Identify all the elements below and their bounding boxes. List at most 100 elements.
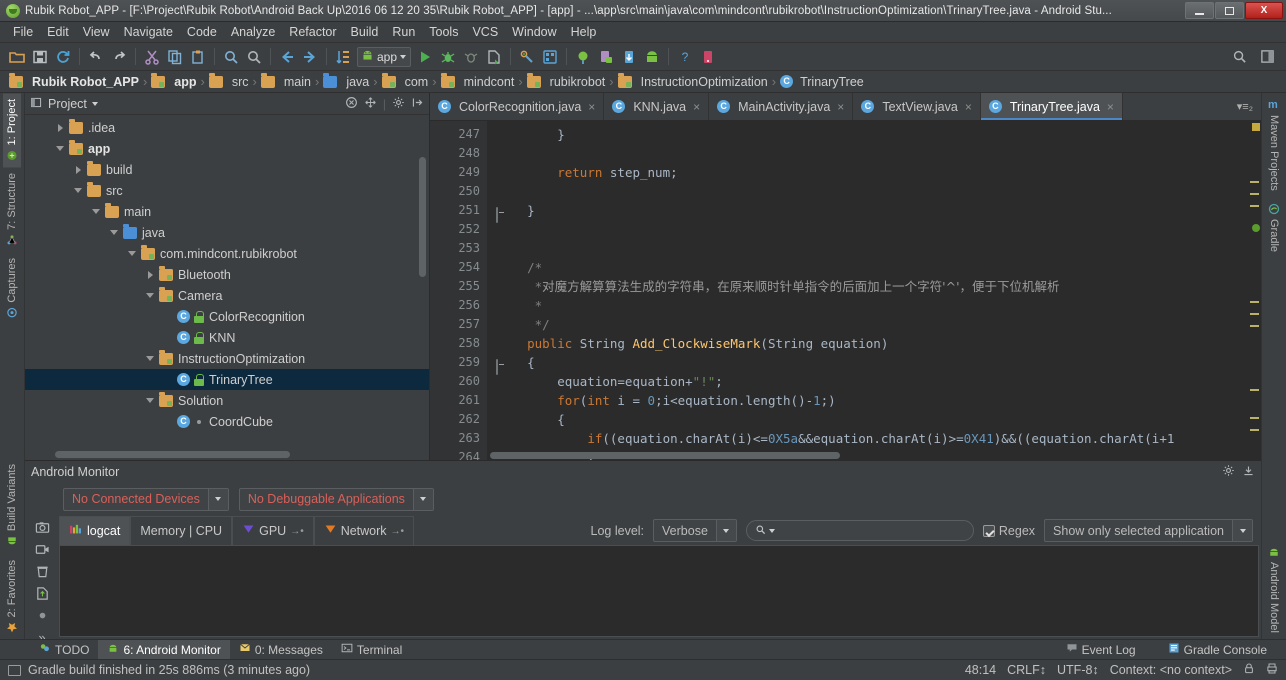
breadcrumb-item-trinarytree[interactable]: C TrinaryTree bbox=[777, 75, 867, 89]
log-level-selector[interactable]: Verbose bbox=[653, 519, 737, 542]
redo-icon[interactable] bbox=[108, 46, 130, 68]
menu-refactor[interactable]: Refactor bbox=[282, 23, 343, 41]
help-icon[interactable]: ? bbox=[674, 46, 696, 68]
bottom-tab-todo[interactable]: TODO bbox=[30, 640, 98, 659]
menu-navigate[interactable]: Navigate bbox=[117, 23, 180, 41]
scroll-from-source-icon[interactable] bbox=[364, 96, 377, 112]
tree-node-solution[interactable]: Solution bbox=[25, 390, 429, 411]
hide-panel-icon[interactable] bbox=[1242, 464, 1255, 480]
sidebar-item-android-model[interactable]: Android Model bbox=[1265, 540, 1283, 639]
settings-gear-icon[interactable] bbox=[392, 96, 405, 112]
attach-debugger-icon[interactable] bbox=[460, 46, 482, 68]
chevron-down-icon[interactable] bbox=[55, 143, 66, 154]
tree-node-trinarytree[interactable]: C TrinaryTree bbox=[25, 369, 429, 390]
tab-list-menu[interactable]: ▾≡₂ bbox=[1229, 93, 1261, 120]
gradle-sync-icon[interactable] bbox=[618, 46, 640, 68]
device-monitor-icon[interactable] bbox=[595, 46, 617, 68]
sidebar-item-structure[interactable]: 7: Structure bbox=[3, 167, 21, 252]
debug-icon[interactable] bbox=[437, 46, 459, 68]
screen-record-icon[interactable] bbox=[34, 542, 51, 557]
sidebar-item-captures[interactable]: Captures bbox=[3, 252, 21, 325]
sidebar-item-project[interactable]: 1: Project bbox=[3, 93, 21, 167]
find-icon[interactable] bbox=[220, 46, 242, 68]
device-screenshot-icon[interactable] bbox=[697, 46, 719, 68]
tab-knn[interactable]: C KNN.java × bbox=[604, 93, 709, 120]
android-device-icon[interactable] bbox=[641, 46, 663, 68]
menu-analyze[interactable]: Analyze bbox=[224, 23, 282, 41]
maximize-button[interactable] bbox=[1215, 2, 1244, 19]
tab-list-icon[interactable]: ▾≡₂ bbox=[1237, 100, 1253, 113]
close-icon[interactable]: × bbox=[588, 100, 595, 114]
tab-trinarytree[interactable]: C TrinaryTree.java × bbox=[981, 93, 1123, 120]
chevron-right-icon[interactable] bbox=[55, 122, 66, 133]
sidebar-item-favorites[interactable]: 2: Favorites bbox=[3, 554, 21, 639]
close-button[interactable]: X bbox=[1245, 2, 1283, 19]
menu-file[interactable]: File bbox=[6, 23, 40, 41]
avd-manager-icon[interactable] bbox=[516, 46, 538, 68]
chevron-down-icon[interactable] bbox=[145, 353, 156, 364]
logcat-search-input[interactable] bbox=[746, 520, 974, 541]
tree-node-colorrecognition[interactable]: C ColorRecognition bbox=[25, 306, 429, 327]
sidebar-item-maven-projects[interactable]: m Maven Projects bbox=[1265, 93, 1283, 197]
regex-checkbox[interactable]: Regex bbox=[983, 524, 1035, 538]
tab-mainactivity[interactable]: C MainActivity.java × bbox=[709, 93, 853, 120]
chevron-down-icon[interactable] bbox=[769, 529, 775, 533]
menu-window[interactable]: Window bbox=[505, 23, 563, 41]
minimize-button[interactable] bbox=[1185, 2, 1214, 19]
bottom-tab-messages[interactable]: 0: Messages bbox=[230, 640, 332, 659]
chevron-down-icon[interactable] bbox=[91, 206, 102, 217]
search-everywhere-icon[interactable] bbox=[1228, 46, 1250, 68]
chevron-down-icon[interactable] bbox=[73, 185, 84, 196]
stretch-layout-icon[interactable] bbox=[1256, 46, 1278, 68]
close-icon[interactable]: × bbox=[1107, 100, 1114, 114]
error-stripe-markbar[interactable] bbox=[1247, 121, 1261, 460]
menu-build[interactable]: Build bbox=[344, 23, 386, 41]
logcat-output-area[interactable] bbox=[59, 545, 1259, 637]
bottom-tab-gradle-console[interactable]: Gradle Console bbox=[1159, 640, 1276, 659]
breadcrumb-item-java[interactable]: java bbox=[320, 75, 372, 89]
breadcrumb-item-instructionoptimization[interactable]: InstructionOptimization bbox=[615, 75, 771, 89]
hide-panel-icon[interactable] bbox=[411, 96, 424, 112]
run-configuration-selector[interactable]: app bbox=[357, 47, 411, 67]
dot-icon[interactable] bbox=[34, 608, 51, 623]
tree-node-instructionoptimization[interactable]: InstructionOptimization bbox=[25, 348, 429, 369]
settings-gear-icon[interactable] bbox=[1222, 464, 1235, 480]
chevron-down-icon[interactable] bbox=[92, 102, 98, 106]
bottom-tab-android-monitor[interactable]: 6: Android Monitor bbox=[98, 640, 229, 659]
breadcrumb-item-project[interactable]: Rubik Robot_APP bbox=[6, 75, 142, 89]
breadcrumb-item-main[interactable]: main bbox=[258, 75, 314, 89]
chevron-down-icon[interactable] bbox=[127, 248, 138, 259]
breadcrumb-item-mindcont[interactable]: mindcont bbox=[438, 75, 518, 89]
find-replace-icon[interactable] bbox=[243, 46, 265, 68]
chevron-down-icon[interactable] bbox=[1232, 520, 1252, 541]
layout-inspector-icon[interactable] bbox=[572, 46, 594, 68]
breadcrumb-item-app[interactable]: app bbox=[148, 75, 199, 89]
tab-gpu[interactable]: GPU →• bbox=[232, 516, 314, 545]
inspection-icon[interactable] bbox=[1266, 662, 1278, 678]
tree-vertical-scrollbar[interactable] bbox=[419, 157, 426, 277]
menu-code[interactable]: Code bbox=[180, 23, 224, 41]
chevron-right-icon[interactable] bbox=[73, 164, 84, 175]
tab-network[interactable]: Network →• bbox=[314, 516, 414, 545]
chevron-down-icon[interactable] bbox=[208, 489, 228, 510]
sidebar-item-gradle[interactable]: Gradle bbox=[1265, 197, 1283, 258]
tree-node-coordcube[interactable]: C CoordCube bbox=[25, 411, 429, 432]
tab-logcat[interactable]: logcat bbox=[59, 516, 130, 545]
forward-icon[interactable] bbox=[299, 46, 321, 68]
tree-node-java[interactable]: java bbox=[25, 222, 429, 243]
undo-icon[interactable] bbox=[85, 46, 107, 68]
menu-help[interactable]: Help bbox=[564, 23, 604, 41]
close-icon[interactable]: × bbox=[837, 100, 844, 114]
caret-position[interactable]: 48:14 bbox=[965, 663, 996, 677]
line-separator[interactable]: CRLF↕ bbox=[1007, 663, 1046, 677]
device-selector[interactable]: No Connected Devices bbox=[63, 488, 229, 511]
close-icon[interactable]: × bbox=[693, 100, 700, 114]
paste-icon[interactable] bbox=[187, 46, 209, 68]
tree-node-build[interactable]: build bbox=[25, 159, 429, 180]
lock-icon[interactable] bbox=[1243, 662, 1255, 678]
close-icon[interactable]: × bbox=[965, 100, 972, 114]
chevron-down-icon[interactable] bbox=[145, 290, 156, 301]
menu-vcs[interactable]: VCS bbox=[465, 23, 505, 41]
sync-icon[interactable] bbox=[52, 46, 74, 68]
run-icon[interactable] bbox=[414, 46, 436, 68]
